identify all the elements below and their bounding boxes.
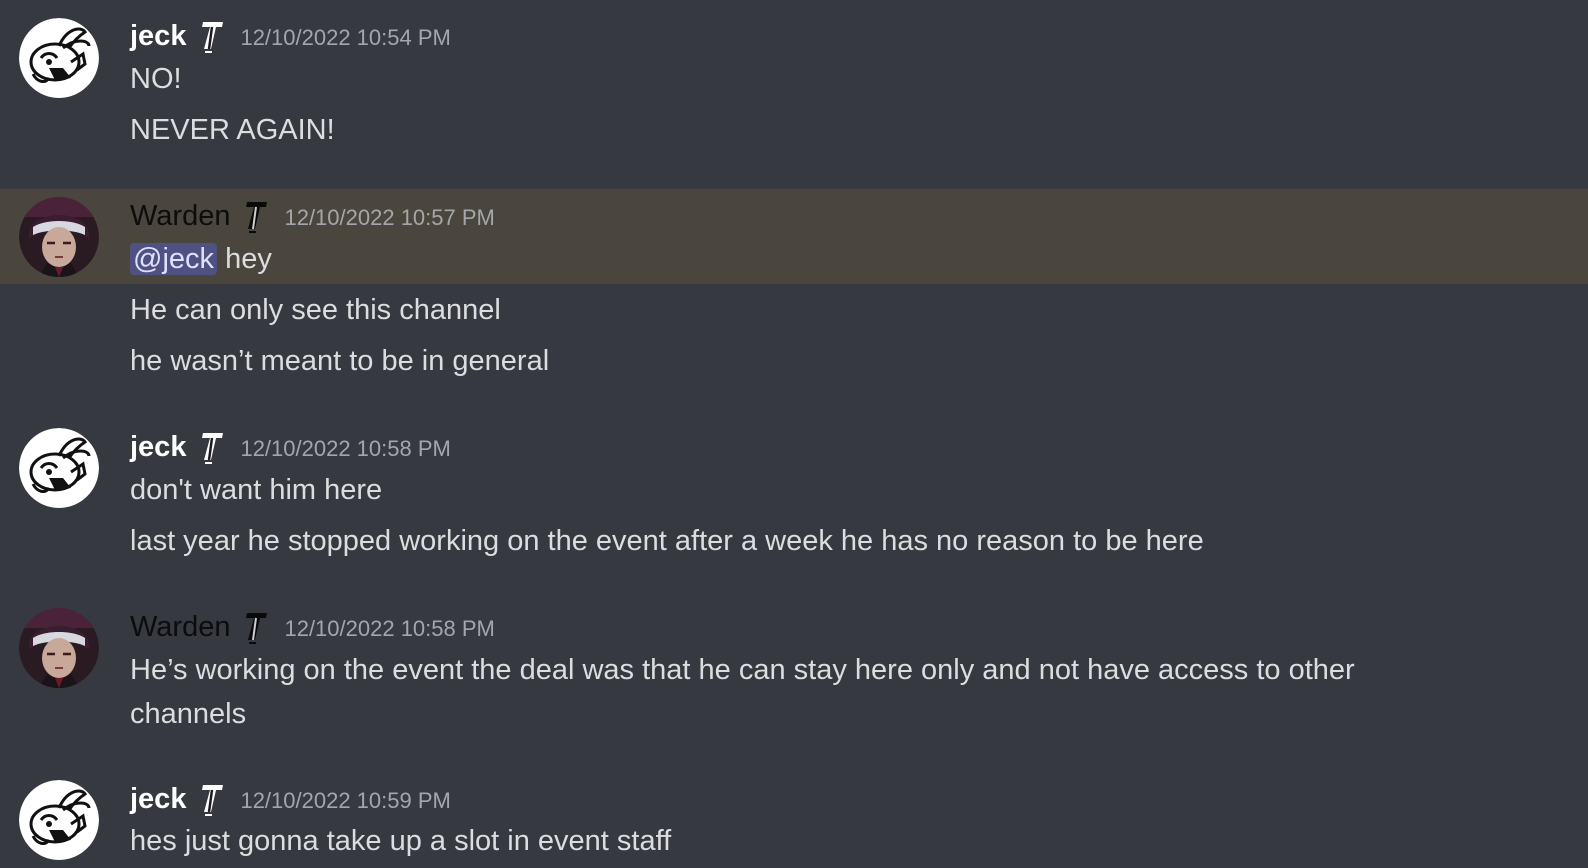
message-group: jeck 12/10/2022 10:54 PM NO! NEVER AGAIN…: [0, 0, 1588, 180]
message-text: he wasn’t meant to be in general: [130, 345, 550, 377]
message-text: last year he stopped working on the even…: [130, 525, 1204, 557]
warden-character-avatar[interactable]: [19, 197, 99, 277]
message-header: Warden 12/10/2022 10:57 PM: [130, 196, 495, 236]
timestamp[interactable]: 12/10/2022 10:54 PM: [240, 20, 450, 56]
timestamp[interactable]: 12/10/2022 10:59 PM: [240, 783, 450, 819]
role-badge-icon[interactable]: [200, 19, 226, 53]
message-text: NEVER AGAIN!: [130, 114, 335, 146]
timestamp[interactable]: 12/10/2022 10:58 PM: [240, 431, 450, 467]
message-text: He can only see this channel: [130, 294, 501, 326]
message-header: Warden 12/10/2022 10:58 PM: [130, 607, 495, 647]
jeck-rabbit-avatar[interactable]: [19, 780, 99, 860]
jeck-rabbit-avatar[interactable]: [19, 18, 99, 98]
username[interactable]: jeck: [130, 781, 186, 817]
username[interactable]: jeck: [130, 18, 186, 54]
message-text-rest: hey: [217, 243, 272, 275]
chat-message-list: jeck 12/10/2022 10:54 PM NO! NEVER AGAIN…: [0, 0, 1588, 868]
message-text: hes just gonna take up a slot in event s…: [130, 825, 672, 857]
role-badge-icon[interactable]: [200, 430, 226, 464]
message-group: Warden 12/10/2022 10:57 PM @jeck hey He …: [0, 189, 1588, 389]
timestamp[interactable]: 12/10/2022 10:58 PM: [284, 611, 494, 647]
message-header: jeck 12/10/2022 10:58 PM: [130, 427, 451, 467]
message-text: He’s working on the event the deal was t…: [130, 654, 1355, 730]
message-text: NO!: [130, 63, 182, 95]
username[interactable]: Warden: [130, 198, 230, 234]
message-group: Warden 12/10/2022 10:58 PM He’s working …: [0, 590, 1588, 760]
message-header: jeck 12/10/2022 10:54 PM: [130, 16, 451, 56]
role-badge-icon[interactable]: [244, 199, 270, 233]
role-badge-icon[interactable]: [200, 782, 226, 816]
jeck-rabbit-avatar[interactable]: [19, 428, 99, 508]
message-header: jeck 12/10/2022 10:59 PM: [130, 779, 451, 819]
user-mention[interactable]: @jeck: [130, 243, 218, 275]
username[interactable]: Warden: [130, 609, 230, 645]
username[interactable]: jeck: [130, 429, 186, 465]
warden-character-avatar[interactable]: [19, 608, 99, 688]
message-group: jeck 12/10/2022 10:59 PM hes just gonna …: [0, 762, 1588, 868]
message-text: don't want him here: [130, 474, 383, 506]
role-badge-icon[interactable]: [244, 610, 270, 644]
message-group: jeck 12/10/2022 10:58 PM don't want him …: [0, 410, 1588, 590]
timestamp[interactable]: 12/10/2022 10:57 PM: [284, 200, 494, 236]
message-text: @jeck hey: [130, 237, 272, 281]
